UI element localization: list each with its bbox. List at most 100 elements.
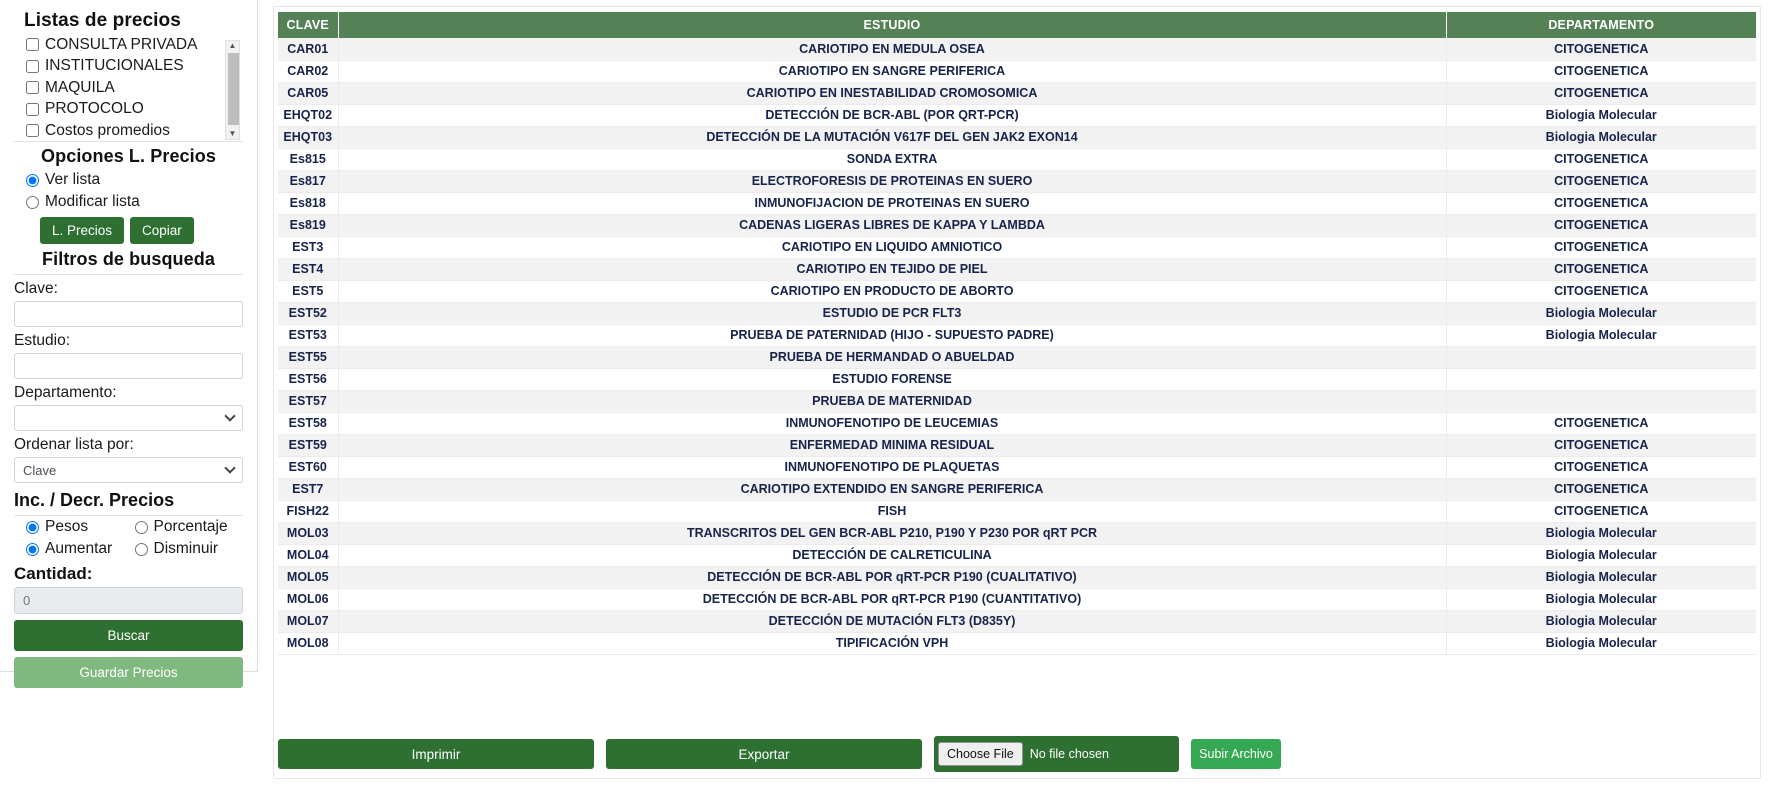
price-lists-scrollbar[interactable]: ▲ ▼ bbox=[225, 40, 240, 140]
increment-t-label-0: Pesos bbox=[45, 518, 89, 535]
cell-clave: Es815 bbox=[278, 148, 339, 171]
table-row[interactable]: EST58 INMUNOFENOTIPO DE LEUCEMIAS CITOGENE… bbox=[278, 412, 1756, 435]
cell-estudio: ESTUDIO FORENSE bbox=[338, 368, 1447, 391]
table-row[interactable]: FISH22 FISH CITOGENETICA bbox=[278, 500, 1756, 523]
table-row[interactable]: EST60 INMUNOFENOTIPO DE PLAQUETAS CITOGENE… bbox=[278, 456, 1756, 479]
cell-clave: MOL03 bbox=[278, 522, 339, 545]
table-row[interactable]: EST55 PRUEBA DE HERMANDAD O ABUELDAD bbox=[278, 346, 1756, 369]
copiar-button[interactable]: Copiar bbox=[130, 217, 194, 244]
table-row[interactable]: EST57 PRUEBA DE MATERNIDAD bbox=[278, 390, 1756, 413]
increment-d-radio-1[interactable] bbox=[134, 542, 148, 556]
file-input-group[interactable]: Choose File No file chosen bbox=[934, 736, 1179, 772]
cell-departamento: Biologia Molecular bbox=[1446, 632, 1756, 655]
increment-d-radio-0[interactable] bbox=[26, 542, 39, 556]
table-row[interactable]: EST52 ESTUDIO DE PCR FLT3 Biologia Molecul… bbox=[278, 302, 1756, 325]
ordenar-select[interactable]: Clave bbox=[14, 457, 243, 483]
increment-t-option-0[interactable]: Pesos bbox=[26, 516, 135, 538]
option-radio-1[interactable] bbox=[26, 195, 39, 209]
table-row[interactable]: Es815 SONDA EXTRA CITOGENETICA bbox=[278, 148, 1756, 171]
price-list-checkbox-3[interactable] bbox=[26, 102, 39, 116]
subir-archivo-button[interactable]: Subir Archivo bbox=[1191, 739, 1281, 769]
scrollbar-thumb[interactable] bbox=[228, 53, 239, 125]
table-row[interactable]: MOL07 DETECCIÓN DE MUTACIÓN FLT3 (D835Y) B… bbox=[278, 610, 1756, 633]
table-row[interactable]: CAR01 CARIOTIPO EN MEDULA OSEA CITOGENETIC… bbox=[278, 38, 1756, 61]
scroll-down-icon[interactable]: ▼ bbox=[229, 129, 237, 139]
exportar-button[interactable]: Exportar bbox=[606, 739, 922, 769]
choose-file-button[interactable]: Choose File bbox=[938, 742, 1023, 766]
header-clave[interactable]: CLAVE bbox=[278, 12, 339, 38]
cell-departamento: CITOGENETICA bbox=[1446, 412, 1756, 435]
increment-t-radio-0[interactable] bbox=[26, 520, 39, 534]
cell-departamento: CITOGENETICA bbox=[1446, 170, 1756, 193]
table-row[interactable]: MOL04 DETECCIÓN DE CALRETICULINA Biologia … bbox=[278, 544, 1756, 567]
table-row[interactable]: EST59 ENFERMEDAD MINIMA RESIDUAL CITOGENET… bbox=[278, 434, 1756, 457]
table-row[interactable]: EST4 CARIOTIPO EN TEJIDO DE PIEL CITOGENET… bbox=[278, 258, 1756, 281]
estudio-label: Estudio: bbox=[14, 332, 71, 349]
cell-clave: EST57 bbox=[278, 390, 339, 413]
increment-d-option-0[interactable]: Aumentar bbox=[26, 538, 135, 560]
table-row[interactable]: Es819 CADENAS LIGERAS LIBRES DE KAPPA Y L… bbox=[278, 214, 1756, 237]
table-row[interactable]: EST5 CARIOTIPO EN PRODUCTO DE ABORTO CITOG… bbox=[278, 280, 1756, 303]
table-row[interactable]: EST56 ESTUDIO FORENSE bbox=[278, 368, 1756, 391]
table-row[interactable]: CAR02 CARIOTIPO EN SANGRE PERIFERICA CITOG… bbox=[278, 60, 1756, 83]
cell-departamento: Biologia Molecular bbox=[1446, 544, 1756, 567]
price-list-item-0[interactable]: CONSULTA PRIVADA bbox=[26, 34, 243, 56]
header-departamento[interactable]: DEPARTAMENTO bbox=[1446, 12, 1756, 38]
table-header-row: CLAVE ESTUDIO DEPARTAMENTO bbox=[278, 12, 1756, 38]
table-row[interactable]: MOL05 DETECCIÓN DE BCR-ABL POR qRT-PCR P1… bbox=[278, 566, 1756, 589]
cell-estudio: CARIOTIPO EN INESTABILIDAD CROMOSOMICA bbox=[338, 82, 1447, 105]
table-row[interactable]: EST3 CARIOTIPO EN LIQUIDO AMNIOTICO CITOGE… bbox=[278, 236, 1756, 259]
increment-t-radio-1[interactable] bbox=[134, 520, 148, 534]
price-list-item-3[interactable]: PROTOCOLO bbox=[26, 99, 243, 121]
cell-departamento: Biologia Molecular bbox=[1446, 302, 1756, 325]
l-precios-button[interactable]: L. Precios bbox=[40, 217, 125, 244]
cell-departamento bbox=[1446, 368, 1756, 391]
cell-departamento bbox=[1446, 390, 1756, 413]
price-list-item-4[interactable]: Costos promedios bbox=[26, 120, 243, 141]
table-row[interactable]: EST7 CARIOTIPO EXTENDIDO EN SANGRE PERIFE… bbox=[278, 478, 1756, 501]
price-list-checkbox-4[interactable] bbox=[26, 124, 39, 138]
increment-d-option-1[interactable]: Disminuir bbox=[134, 538, 244, 560]
option-radio-row-0[interactable]: Ver lista bbox=[14, 169, 243, 191]
buscar-button[interactable]: Buscar bbox=[14, 620, 243, 651]
price-list-item-1[interactable]: INSTITUCIONALES bbox=[26, 56, 243, 78]
cell-clave: Es818 bbox=[278, 192, 339, 215]
table-row[interactable]: EST53 PRUEBA DE PATERNIDAD (HIJO - SUPUES… bbox=[278, 324, 1756, 347]
departamento-select[interactable] bbox=[14, 405, 243, 431]
price-list-checkbox-0[interactable] bbox=[26, 38, 39, 52]
cantidad-input[interactable] bbox=[14, 587, 243, 614]
cell-estudio: DETECCIÓN DE LA MUTACIÓN V617F DEL GEN J… bbox=[338, 126, 1447, 149]
cell-clave: Es817 bbox=[278, 170, 339, 193]
table-row[interactable]: MOL03 TRANSCRITOS DEL GEN BCR-ABL P210, P… bbox=[278, 522, 1756, 545]
price-list-checkbox-1[interactable] bbox=[26, 59, 39, 73]
option-radio-label-0: Ver lista bbox=[45, 171, 101, 188]
table-row[interactable]: MOL06 DETECCIÓN DE BCR-ABL POR qRT-PCR P1… bbox=[278, 588, 1756, 611]
table-row[interactable]: EHQT03 DETECCIÓN DE LA MUTACIÓN V617F DEL… bbox=[278, 126, 1756, 149]
table-row[interactable]: CAR05 CARIOTIPO EN INESTABILIDAD CROMOSOM… bbox=[278, 82, 1756, 105]
cell-estudio: DETECCIÓN DE BCR-ABL POR qRT-PCR P190 (C… bbox=[338, 588, 1447, 611]
cell-estudio: CARIOTIPO EN LIQUIDO AMNIOTICO bbox=[338, 236, 1447, 259]
price-list-checkbox-2[interactable] bbox=[26, 81, 39, 95]
increment-t-row: Pesos Porcentaje bbox=[14, 516, 243, 538]
table-row[interactable]: Es818 INMUNOFIJACION DE PROTEINAS EN SUER… bbox=[278, 192, 1756, 215]
cell-departamento: Biologia Molecular bbox=[1446, 104, 1756, 127]
table-row[interactable]: MOL08 TIPIFICACIÓN VPH Biologia Molecular bbox=[278, 632, 1756, 655]
cell-estudio: ELECTROFORESIS DE PROTEINAS EN SUERO bbox=[338, 170, 1447, 193]
price-list-item-2[interactable]: MAQUILA bbox=[26, 77, 243, 99]
cell-estudio: CARIOTIPO EN PRODUCTO DE ABORTO bbox=[338, 280, 1447, 303]
guardar-precios-button[interactable]: Guardar Precios bbox=[14, 657, 243, 688]
table-row[interactable]: EHQT02 DETECCIÓN DE BCR-ABL (POR QRT-PCR)… bbox=[278, 104, 1756, 127]
imprimir-button[interactable]: Imprimir bbox=[278, 739, 594, 769]
cell-estudio: INMUNOFENOTIPO DE PLAQUETAS bbox=[338, 456, 1447, 479]
cell-departamento: CITOGENETICA bbox=[1446, 60, 1756, 83]
option-radio-row-1[interactable]: Modificar lista bbox=[14, 191, 243, 213]
estudio-input[interactable] bbox=[14, 353, 243, 379]
option-radio-0[interactable] bbox=[26, 173, 39, 187]
clave-input[interactable] bbox=[14, 301, 243, 327]
scroll-up-icon[interactable]: ▲ bbox=[229, 41, 237, 51]
cell-estudio: PRUEBA DE HERMANDAD O ABUELDAD bbox=[338, 346, 1447, 369]
header-estudio[interactable]: ESTUDIO bbox=[338, 12, 1447, 38]
increment-t-option-1[interactable]: Porcentaje bbox=[134, 516, 244, 538]
cell-clave: EST58 bbox=[278, 412, 339, 435]
table-row[interactable]: Es817 ELECTROFORESIS DE PROTEINAS EN SUER… bbox=[278, 170, 1756, 193]
